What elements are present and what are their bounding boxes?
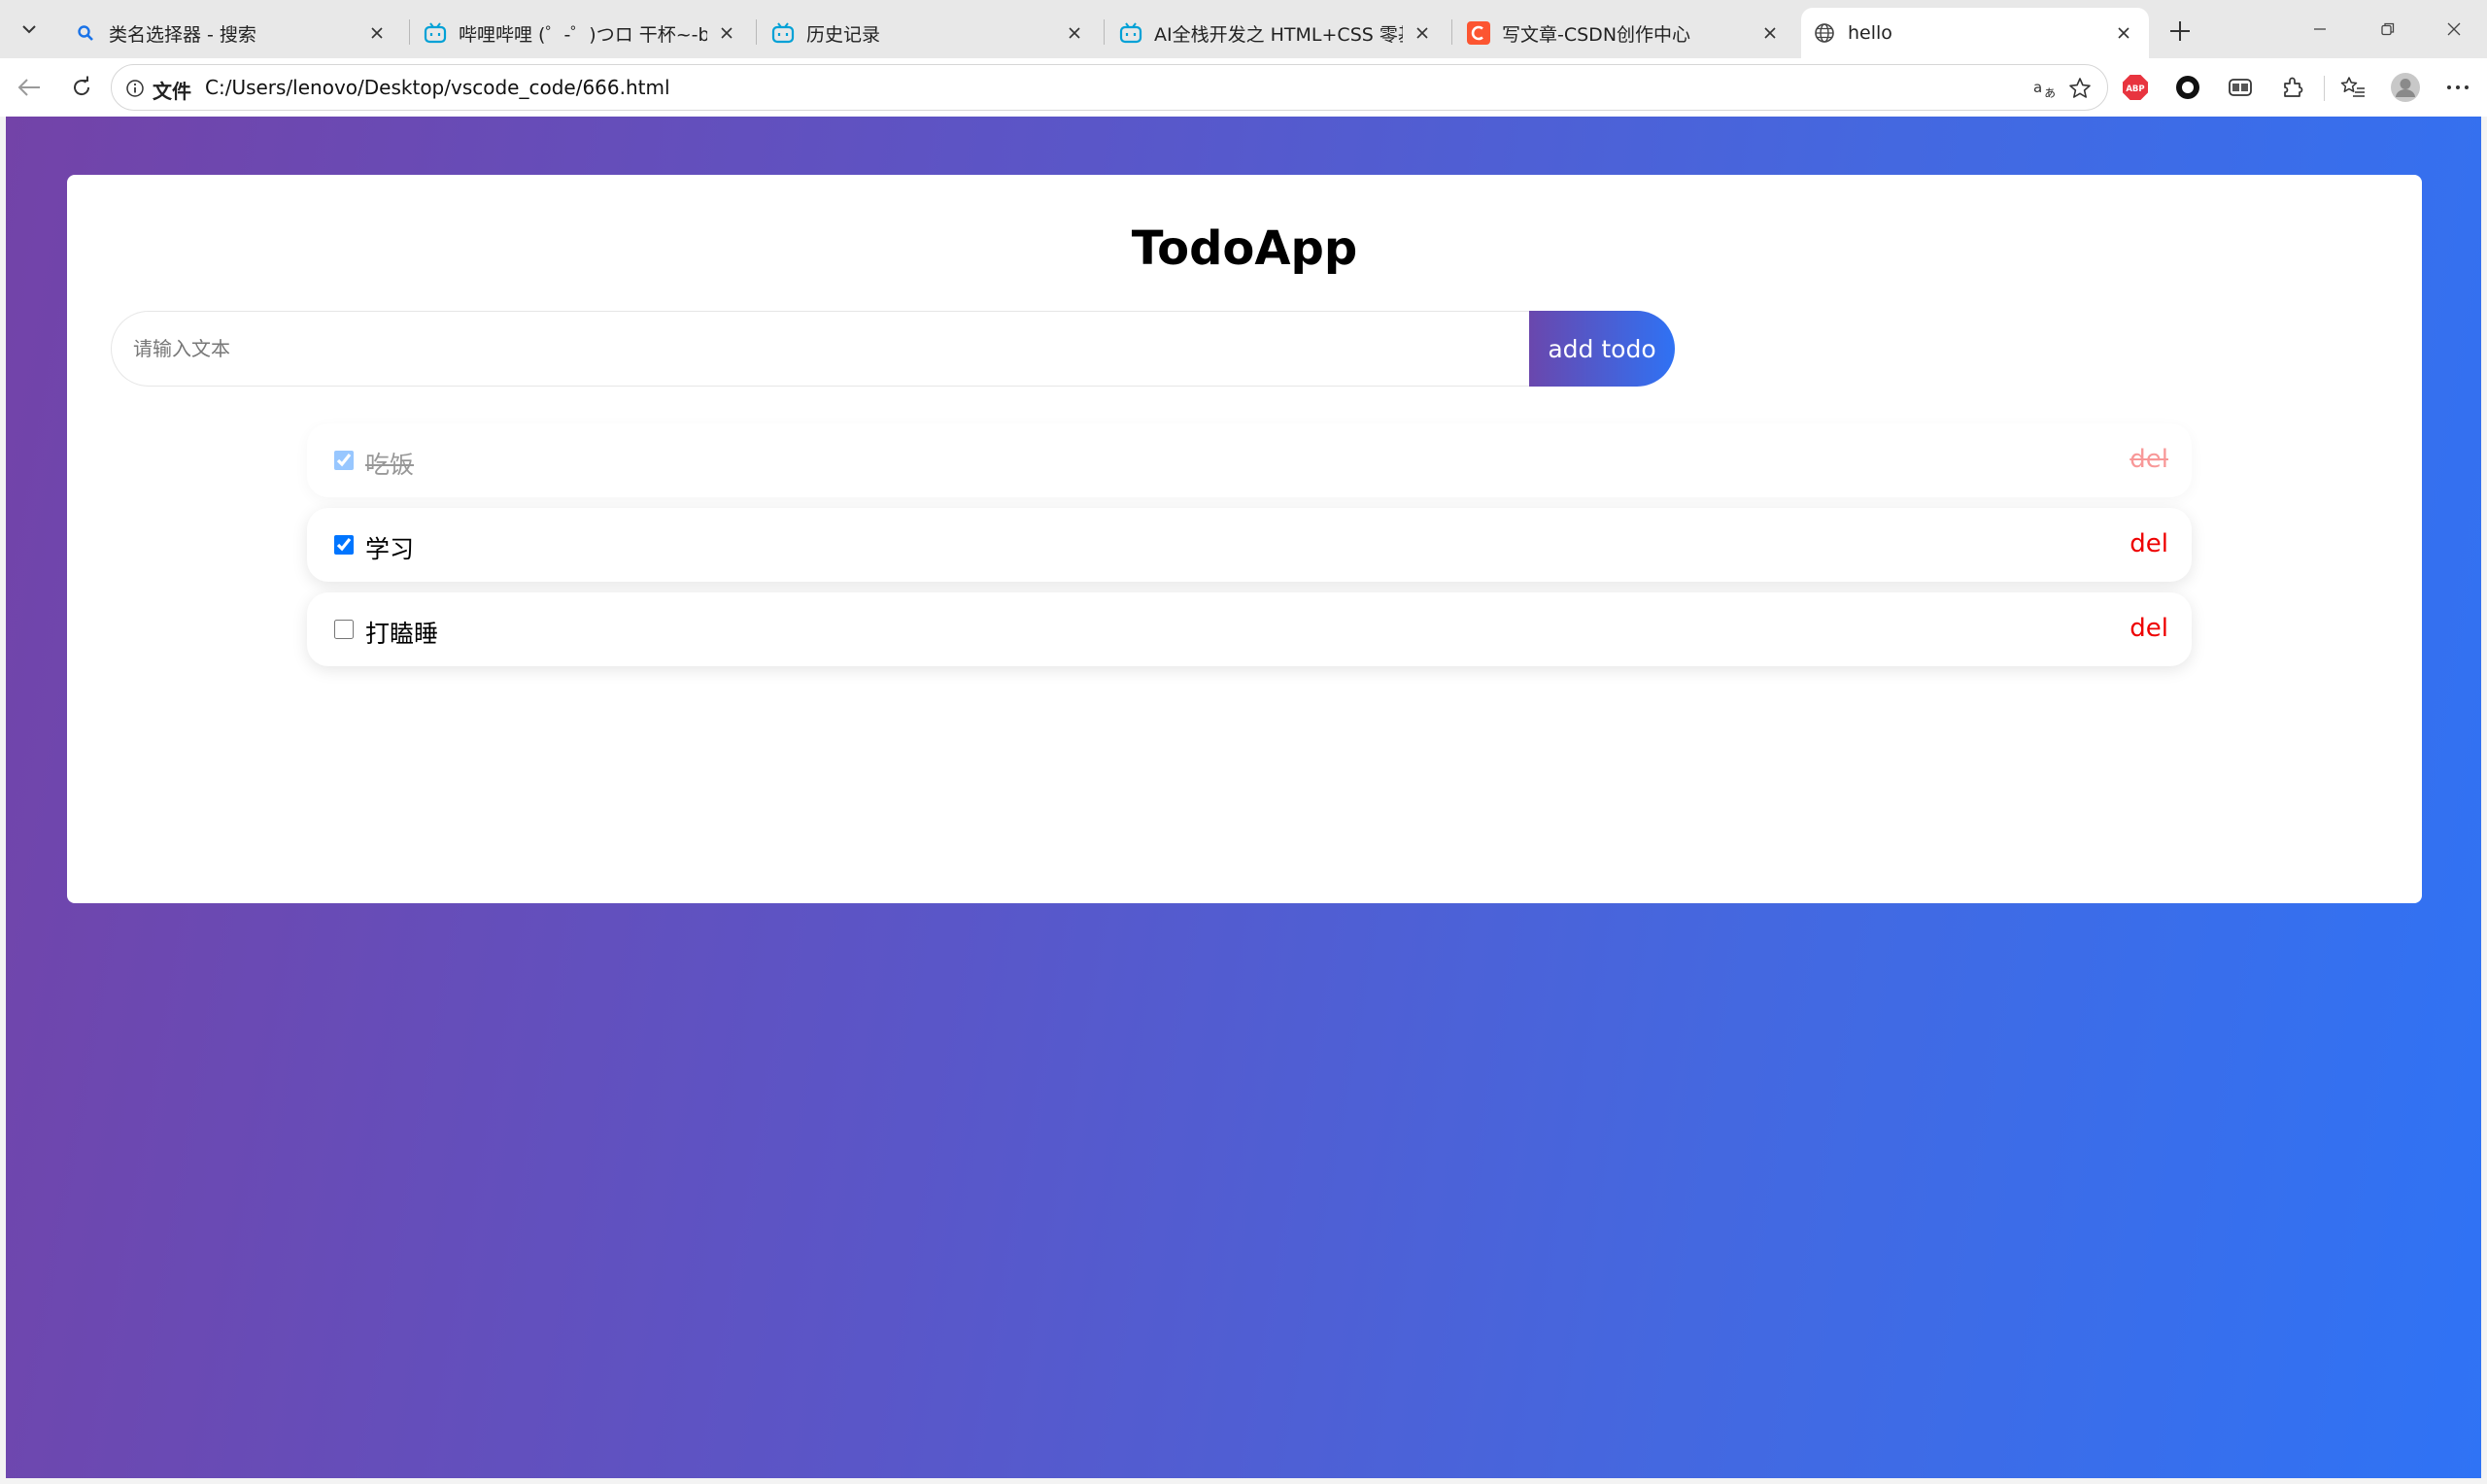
close-icon[interactable]	[1061, 19, 1088, 47]
info-icon[interactable]	[123, 77, 147, 100]
puzzle-icon	[2284, 77, 2303, 97]
bilibili-icon	[424, 21, 447, 45]
tab-groups-button[interactable]	[2223, 70, 2258, 105]
close-icon[interactable]	[2110, 19, 2137, 47]
favorites-list-icon	[2340, 77, 2365, 97]
adblock-icon: ABP	[2123, 75, 2148, 100]
delete-button[interactable]: del	[2129, 529, 2168, 558]
tab-actions-menu-button[interactable]	[8, 10, 51, 49]
tab-search[interactable]: 类名选择器 - 搜索	[62, 8, 402, 58]
bilibili-icon	[771, 21, 795, 45]
minimize-icon	[2314, 28, 2326, 30]
tab-label: AI全栈开发之 HTML+CSS 零基础入门	[1154, 23, 1403, 46]
tab-bilibili[interactable]: 哔哩哔哩 (゜-゜)つロ 干杯~-bilibili	[412, 8, 752, 58]
tab-separator	[409, 19, 410, 45]
svg-text:ぁ: ぁ	[2043, 85, 2057, 99]
close-icon[interactable]	[1756, 19, 1784, 47]
todo-card: TodoApp add todo 吃饭 del 学习 del 打瞌睡 del	[67, 175, 2422, 903]
tab-label: 历史记录	[806, 23, 881, 46]
address-scheme-label: 文件	[153, 80, 191, 103]
close-icon	[2447, 22, 2461, 36]
restore-button[interactable]	[2361, 8, 2415, 51]
tab-strip: 类名选择器 - 搜索 哔哩哔哩 (゜-゜)つロ 干杯~-bilibili 历史记…	[0, 0, 2487, 58]
read-aloud-icon[interactable]: aぁ	[2031, 75, 2059, 102]
tab-course[interactable]: AI全栈开发之 HTML+CSS 零基础入门	[1107, 8, 1448, 58]
close-icon[interactable]	[363, 19, 391, 47]
refresh-button[interactable]	[62, 68, 101, 107]
delete-button[interactable]: del	[2129, 614, 2168, 643]
favorite-star-icon[interactable]	[2066, 75, 2094, 102]
settings-menu-button[interactable]	[2440, 70, 2475, 105]
browser-toolbar: 文件 C:/Users/lenovo/Desktop/vscode_code/6…	[0, 58, 2487, 117]
close-icon[interactable]	[1409, 19, 1436, 47]
search-icon	[74, 21, 97, 45]
tab-hello[interactable]: hello	[1801, 8, 2149, 58]
avatar-icon	[2391, 73, 2420, 102]
add-todo-button[interactable]: add todo	[1529, 311, 1675, 387]
favorites-button[interactable]	[2335, 70, 2370, 105]
new-tab-button[interactable]	[2161, 12, 2199, 51]
tab-separator	[756, 19, 757, 45]
address-url[interactable]: C:/Users/lenovo/Desktop/vscode_code/666.…	[205, 76, 670, 99]
record-extension-button[interactable]	[2170, 70, 2205, 105]
game-controller-icon	[2229, 79, 2252, 96]
todo-list: 吃饭 del 学习 del 打瞌睡 del	[307, 423, 2192, 677]
csdn-icon	[1467, 21, 1490, 45]
tab-label: hello	[1848, 22, 1892, 44]
tab-separator	[1104, 19, 1105, 45]
todo-checkbox[interactable]	[334, 535, 354, 555]
todo-checkbox[interactable]	[334, 620, 354, 639]
toolbar-separator	[2324, 76, 2325, 101]
page-title: TodoApp	[1131, 221, 1358, 276]
back-button[interactable]	[10, 68, 49, 107]
delete-button[interactable]: del	[2129, 445, 2168, 474]
globe-icon	[1813, 21, 1836, 45]
address-bar[interactable]: 文件 C:/Users/lenovo/Desktop/vscode_code/6…	[111, 64, 2108, 111]
todo-text: 吃饭	[365, 451, 415, 479]
todo-item: 吃饭 del	[307, 423, 2192, 497]
window-close-button[interactable]	[2427, 8, 2481, 51]
refresh-icon	[74, 76, 90, 96]
chevron-down-icon	[22, 25, 36, 34]
tab-history[interactable]: 历史记录	[760, 8, 1100, 58]
close-icon[interactable]	[713, 19, 740, 47]
plus-icon	[2170, 21, 2190, 41]
todo-text: 打瞌睡	[365, 620, 439, 648]
circle-extension-icon	[2176, 76, 2199, 99]
extensions-button[interactable]	[2275, 70, 2310, 105]
svg-text:a: a	[2033, 79, 2042, 96]
tab-label: 类名选择器 - 搜索	[109, 23, 256, 46]
arrow-left-icon	[17, 79, 40, 96]
todo-item: 学习 del	[307, 508, 2192, 582]
todo-checkbox[interactable]	[334, 451, 354, 470]
profile-button[interactable]	[2388, 70, 2423, 105]
todo-text: 学习	[365, 535, 415, 563]
svg-text:ABP: ABP	[2126, 84, 2144, 94]
more-dots-icon	[2447, 85, 2469, 89]
bilibili-icon	[1119, 21, 1142, 45]
tab-label: 哔哩哔哩 (゜-゜)つロ 干杯~-bilibili	[459, 23, 707, 46]
tab-separator	[1451, 19, 1452, 45]
restore-icon	[2381, 22, 2395, 36]
todo-item: 打瞌睡 del	[307, 592, 2192, 666]
tab-label: 写文章-CSDN创作中心	[1502, 23, 1691, 46]
page-viewport: TodoApp add todo 吃饭 del 学习 del 打瞌睡 del	[6, 117, 2481, 1478]
tab-csdn[interactable]: 写文章-CSDN创作中心	[1455, 8, 1795, 58]
todo-input[interactable]	[111, 311, 1529, 387]
minimize-button[interactable]	[2293, 8, 2347, 51]
adblock-extension-button[interactable]: ABP	[2118, 70, 2153, 105]
